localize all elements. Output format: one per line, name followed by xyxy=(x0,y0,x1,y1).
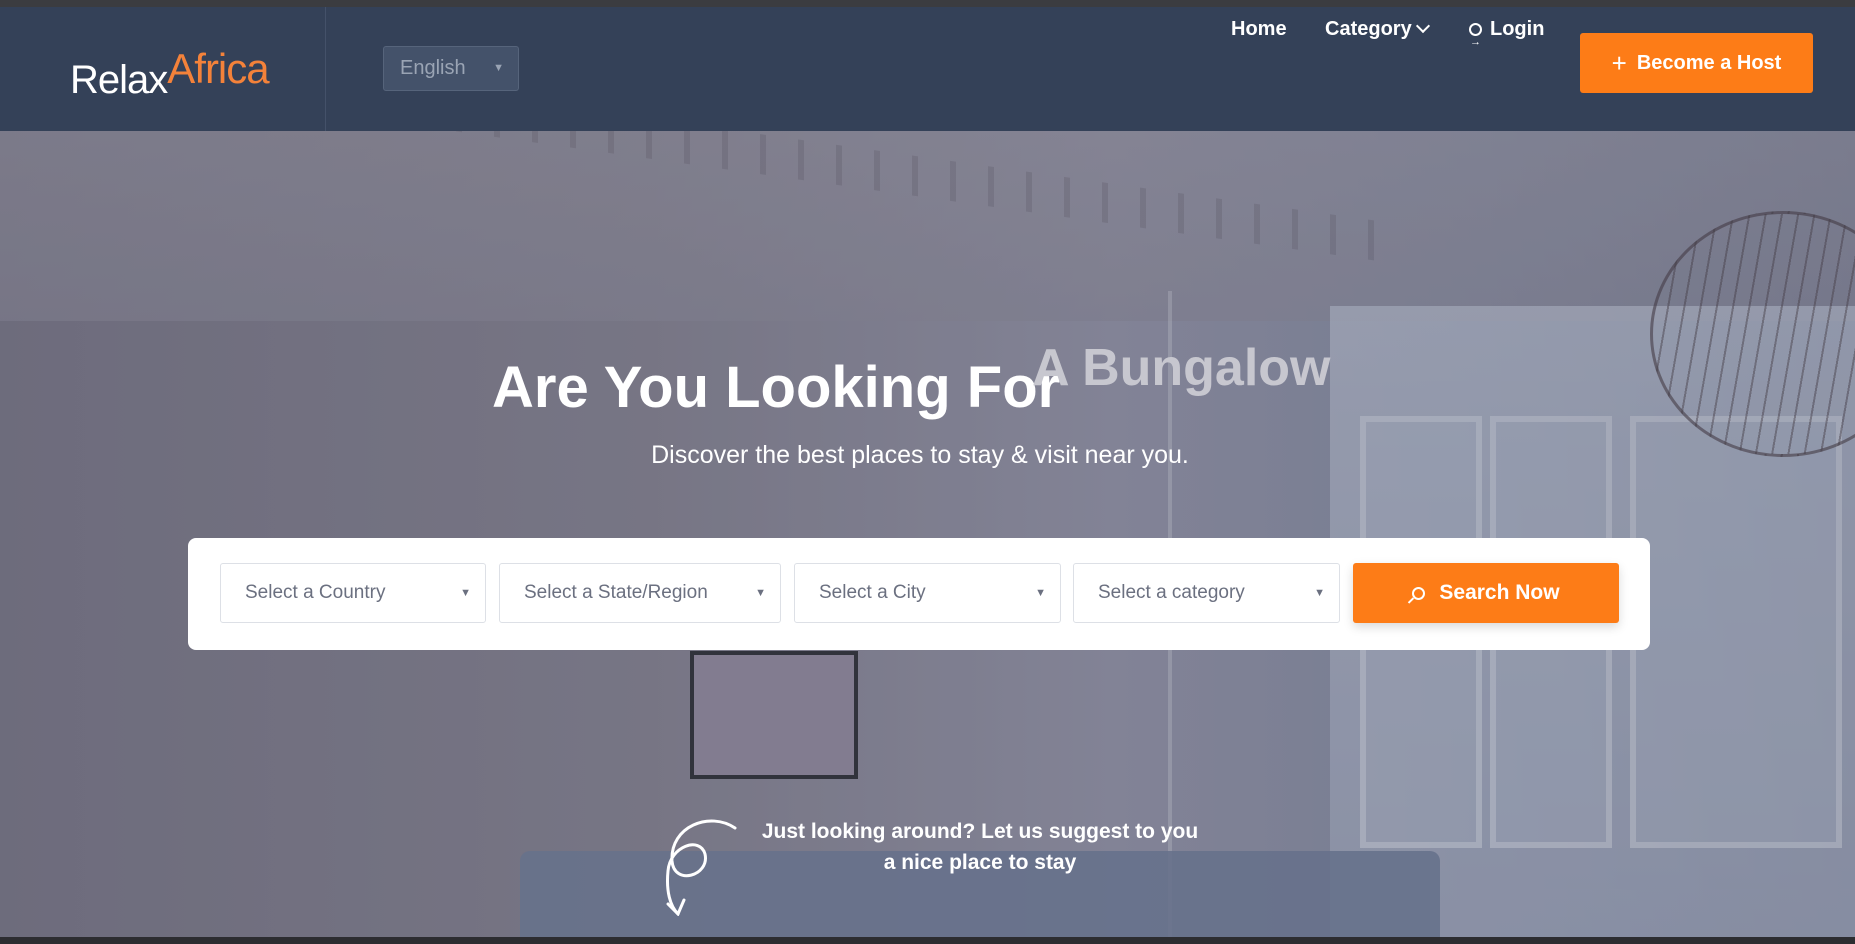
nav-login-label: Login xyxy=(1490,18,1545,40)
search-now-label: Search Now xyxy=(1439,581,1560,604)
hero-headline: Are You Looking For xyxy=(492,355,1061,420)
login-icon xyxy=(1469,20,1482,64)
city-select[interactable]: Select a City ▼ xyxy=(794,563,1061,623)
chevron-down-icon xyxy=(1415,18,1430,34)
top-navbar: Relax Africa English ▼ Home Category Log… xyxy=(0,7,1855,131)
plus-icon: + xyxy=(1611,48,1627,78)
caret-down-icon: ▼ xyxy=(460,587,471,599)
logo-africa-text: Africa xyxy=(167,45,269,92)
logo-relax-text: Relax xyxy=(70,58,168,102)
browser-top-edge xyxy=(0,0,1855,7)
search-form: Select a Country ▼ Select a State/Region… xyxy=(188,538,1650,650)
language-select[interactable]: English ▼ xyxy=(383,46,519,91)
state-select-placeholder: Select a State/Region xyxy=(524,582,708,603)
category-select-placeholder: Select a category xyxy=(1098,582,1245,603)
caret-down-icon: ▼ xyxy=(755,587,766,599)
search-icon xyxy=(1412,586,1426,600)
country-select[interactable]: Select a Country ▼ xyxy=(220,563,486,623)
category-select[interactable]: Select a category ▼ xyxy=(1073,563,1340,623)
nav-divider xyxy=(325,7,326,131)
city-select-placeholder: Select a City xyxy=(819,582,926,603)
language-select-value: English xyxy=(400,57,466,79)
become-host-label: Become a Host xyxy=(1636,51,1782,74)
caret-down-icon: ▼ xyxy=(493,62,504,74)
become-host-button[interactable]: + Become a Host xyxy=(1580,33,1813,93)
nav-category-label: Category xyxy=(1325,18,1412,40)
state-select[interactable]: Select a State/Region ▼ xyxy=(499,563,781,623)
nav-category-dropdown[interactable]: Category xyxy=(1325,7,1430,51)
country-select-placeholder: Select a Country xyxy=(245,582,386,603)
curly-arrow-icon xyxy=(666,819,737,916)
caret-down-icon: ▼ xyxy=(1314,587,1325,599)
search-now-button[interactable]: Search Now xyxy=(1353,563,1619,623)
nav-login-link[interactable]: Login xyxy=(1469,7,1545,64)
caret-down-icon: ▼ xyxy=(1035,587,1046,599)
suggestion-line-1: Just looking around? Let us suggest to y… xyxy=(761,820,1199,843)
hero-subheadline: Discover the best places to stay & visit… xyxy=(651,441,1189,469)
suggestion-line-2: a nice place to stay xyxy=(883,851,1077,874)
hero-section: Are You Looking For A Bungalow Discover … xyxy=(0,131,1855,937)
suggestion-text[interactable]: Just looking around? Let us suggest to y… xyxy=(760,816,1200,878)
hero-typed-text: A Bungalow xyxy=(1032,339,1331,397)
relaxafrica-logo[interactable]: Relax Africa xyxy=(70,43,270,103)
browser-bottom-edge xyxy=(0,937,1855,944)
nav-home-link[interactable]: Home xyxy=(1231,7,1287,51)
